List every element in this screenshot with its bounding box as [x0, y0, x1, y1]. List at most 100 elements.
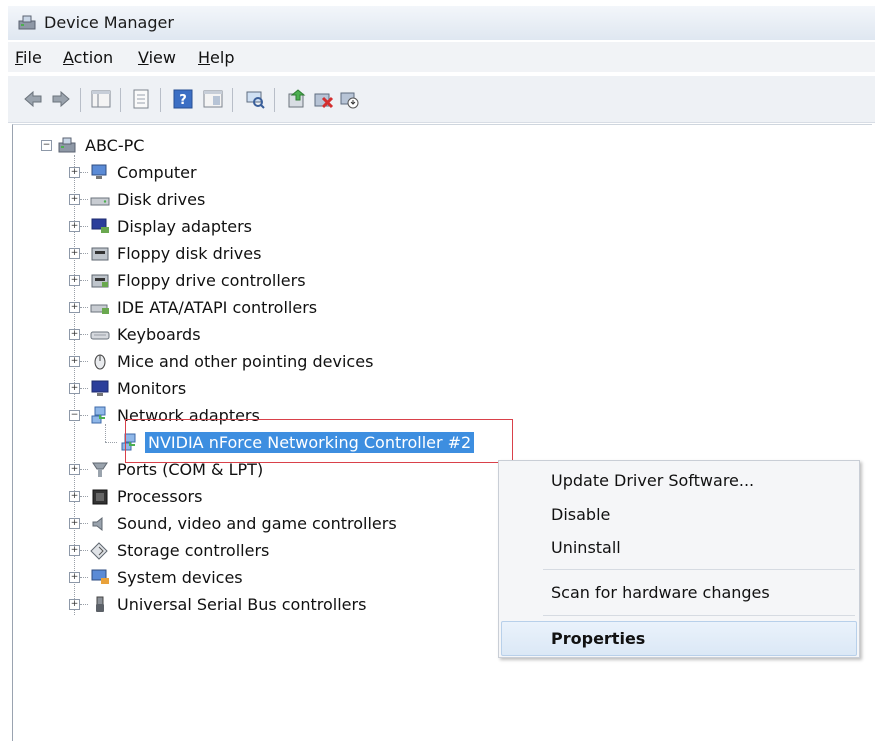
tree-category-label: Processors: [117, 487, 203, 506]
context-menu: Update Driver Software... Disable Uninst…: [498, 460, 860, 658]
tree-category[interactable]: + Floppy disk drives: [13, 241, 493, 267]
menu-help[interactable]: Help: [198, 48, 234, 67]
tree-category-label: Monitors: [117, 379, 187, 398]
tree-expand-toggle[interactable]: +: [69, 545, 80, 556]
tree-expand-toggle[interactable]: +: [69, 464, 80, 475]
tree-category[interactable]: + Keyboards: [13, 322, 493, 348]
device-manager-window: Device Manager File Action View Help ? −…: [8, 6, 875, 741]
ctx-update-driver-software[interactable]: Update Driver Software...: [551, 471, 754, 490]
tree-root: − ABC-PC: [13, 133, 213, 159]
tree-category[interactable]: + IDE ATA/ATAPI controllers: [13, 295, 493, 321]
tree-category[interactable]: + Display adapters: [13, 214, 493, 240]
highlight-box: [125, 419, 513, 463]
context-menu-separator: [543, 615, 855, 616]
tree-category[interactable]: + Sound, video and game controllers: [13, 511, 493, 537]
window-title: Device Manager: [44, 13, 174, 32]
floppy-controller-icon: [89, 270, 111, 290]
toolbar-separator: [120, 88, 121, 112]
tree-expand-toggle[interactable]: +: [69, 383, 80, 394]
floppy-disk-icon: [89, 243, 111, 263]
tree-category[interactable]: + Monitors: [13, 376, 493, 402]
computer-icon: [89, 162, 111, 182]
uninstall-icon[interactable]: [312, 88, 334, 110]
display-adapter-icon: [89, 216, 111, 236]
tree-category[interactable]: + Floppy drive controllers: [13, 268, 493, 294]
ctx-disable[interactable]: Disable: [551, 505, 610, 524]
properties-icon[interactable]: [130, 88, 152, 110]
tree-connector: [80, 523, 88, 524]
port-icon: [89, 459, 111, 479]
ctx-scan-for-hardware-changes[interactable]: Scan for hardware changes: [551, 583, 770, 602]
tree-root-label: ABC-PC: [85, 136, 145, 155]
mouse-icon: [89, 351, 111, 371]
menu-file[interactable]: File: [15, 48, 42, 67]
menu-bar: File Action View Help: [8, 42, 875, 72]
svg-text:?: ?: [179, 93, 187, 108]
tree-category-label: Storage controllers: [117, 541, 270, 560]
menu-action[interactable]: Action: [63, 48, 113, 67]
menu-view[interactable]: View: [138, 48, 176, 67]
tree-category[interactable]: + System devices: [13, 565, 493, 591]
tree-category[interactable]: + Disk drives: [13, 187, 493, 213]
tree-category[interactable]: + Storage controllers: [13, 538, 493, 564]
tree-category-label: Keyboards: [117, 325, 201, 344]
root-pc-icon: [57, 135, 79, 155]
tree-root-collapse-toggle[interactable]: −: [41, 140, 52, 151]
tree-expand-toggle[interactable]: +: [69, 599, 80, 610]
tree-expand-toggle[interactable]: −: [69, 410, 80, 421]
tree-connector: [80, 577, 88, 578]
ctx-properties[interactable]: Properties: [551, 629, 645, 648]
tree-expand-toggle[interactable]: +: [69, 356, 80, 367]
network-adapter-icon: [89, 405, 111, 425]
show-hide-tree-icon[interactable]: [90, 88, 112, 110]
tree-category-label: Sound, video and game controllers: [117, 514, 397, 533]
tree-expand-toggle[interactable]: +: [69, 248, 80, 259]
processor-icon: [89, 486, 111, 506]
tree-category[interactable]: + Universal Serial Bus controllers: [13, 592, 493, 618]
tree-expand-toggle[interactable]: +: [69, 221, 80, 232]
update-driver-icon[interactable]: [286, 88, 308, 110]
tree-category-label: Floppy disk drives: [117, 244, 262, 263]
ctx-uninstall[interactable]: Uninstall: [551, 538, 621, 557]
tree-connector: [80, 361, 88, 362]
tree-connector: [80, 388, 88, 389]
tree-expand-toggle[interactable]: +: [69, 194, 80, 205]
ide-controller-icon: [89, 297, 111, 317]
context-menu-separator: [543, 569, 855, 570]
disable-icon[interactable]: [338, 88, 360, 110]
device-manager-icon: [18, 15, 36, 30]
tree-category[interactable]: + Computer: [13, 160, 493, 186]
tree-expand-toggle[interactable]: +: [69, 491, 80, 502]
tree-category-label: IDE ATA/ATAPI controllers: [117, 298, 318, 317]
tree-expand-toggle[interactable]: +: [69, 572, 80, 583]
tree-expand-toggle[interactable]: +: [69, 329, 80, 340]
tree-expand-toggle[interactable]: +: [69, 275, 80, 286]
tree-expand-toggle[interactable]: +: [69, 518, 80, 529]
tree-category-label: Mice and other pointing devices: [117, 352, 374, 371]
tree-category[interactable]: + Processors: [13, 484, 493, 510]
help-icon[interactable]: ?: [172, 88, 194, 110]
tree-connector: [80, 199, 88, 200]
keyboard-icon: [89, 324, 111, 344]
tree-expand-toggle[interactable]: +: [69, 302, 80, 313]
tree-connector: [105, 424, 106, 442]
toolbar-separator: [232, 88, 233, 112]
tree-connector: [80, 253, 88, 254]
tree-category[interactable]: + Mice and other pointing devices: [13, 349, 493, 375]
toolbar-separator: [274, 88, 275, 112]
tree-expand-toggle[interactable]: +: [69, 167, 80, 178]
monitor-icon: [89, 378, 111, 398]
tree-category-label: Floppy drive controllers: [117, 271, 306, 290]
tree-category-label: Universal Serial Bus controllers: [117, 595, 367, 614]
tree-connector: [80, 280, 88, 281]
view-icon[interactable]: [202, 88, 224, 110]
tree-connector: [80, 496, 88, 497]
back-icon[interactable]: [22, 88, 44, 110]
tree-connector: [80, 415, 88, 416]
tree-connector: [105, 442, 117, 443]
scan-hardware-icon[interactable]: [244, 88, 266, 110]
tree-category-label: Computer: [117, 163, 197, 182]
forward-icon[interactable]: [50, 88, 72, 110]
title-bar: Device Manager: [8, 6, 875, 40]
tree-category-label: System devices: [117, 568, 243, 587]
